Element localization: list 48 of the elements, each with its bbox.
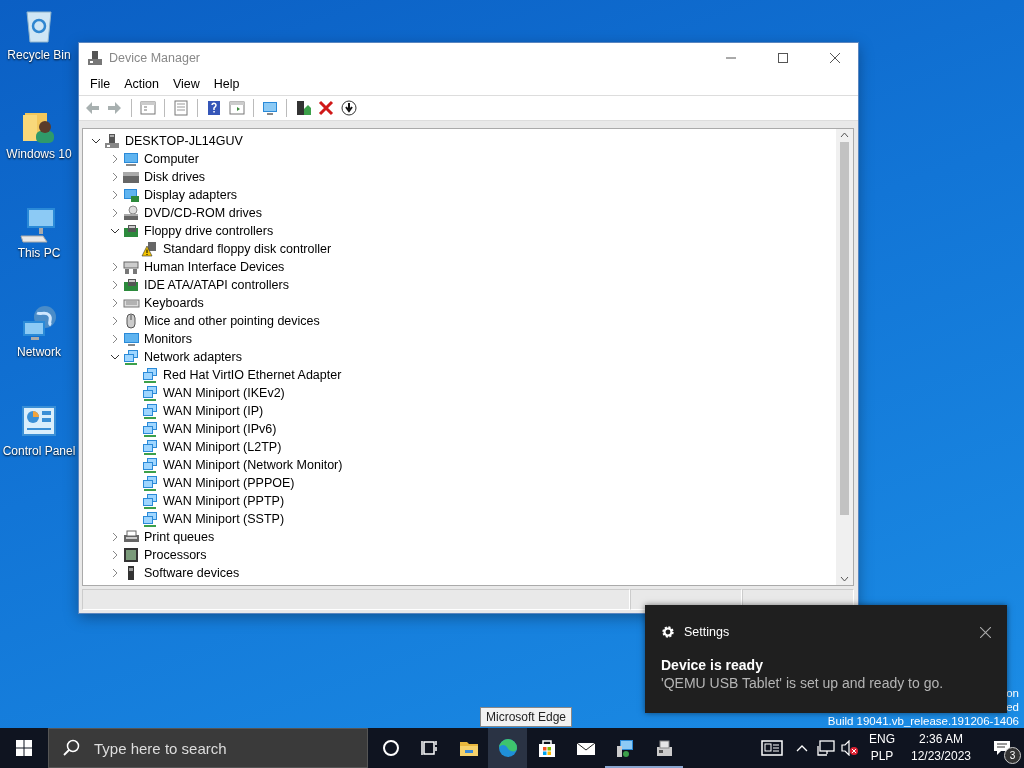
tree-item[interactable]: Standard floppy disk controller xyxy=(162,242,333,256)
tooltip: Microsoft Edge xyxy=(480,707,573,727)
language-button[interactable]: ENG PLP xyxy=(862,731,902,765)
tree-item[interactable]: Disk drives xyxy=(143,170,207,184)
notification-count: 3 xyxy=(1004,747,1021,764)
tree-item[interactable]: Mice and other pointing devices xyxy=(143,314,321,328)
tree-item[interactable]: Display adapters xyxy=(143,188,239,202)
desktop-icon-label[interactable]: Network xyxy=(17,345,61,359)
desktop-icon-label[interactable]: Control Panel xyxy=(2,444,76,458)
toast-app-name: Settings xyxy=(684,625,731,639)
toast-message: 'QEMU USB Tablet' is set up and ready to go. xyxy=(661,675,945,691)
search-field[interactable]: Type here to search xyxy=(92,738,346,758)
build-info-text: Build 19041.vb_release.191206-1406 xyxy=(827,714,1019,728)
menu-item[interactable]: File xyxy=(83,77,118,91)
tree-item[interactable]: Human Interface Devices xyxy=(143,260,286,274)
tree-item[interactable]: WAN Miniport (SSTP) xyxy=(162,512,286,526)
tree-item[interactable]: WAN Miniport (PPTP) xyxy=(162,494,286,508)
window-title: Device Manager xyxy=(109,51,201,65)
tree-item[interactable]: WAN Miniport (IKEv2) xyxy=(162,386,286,400)
tree-item[interactable]: WAN Miniport (Network Monitor) xyxy=(162,458,344,472)
tree-item[interactable]: WAN Miniport (IPv6) xyxy=(162,422,278,436)
tree-item[interactable]: IDE ATA/ATAPI controllers xyxy=(143,278,290,292)
tree-item[interactable]: WAN Miniport (L2TP) xyxy=(162,440,283,454)
menu-item[interactable]: Action xyxy=(117,77,166,91)
tree-item[interactable]: WAN Miniport (IP) xyxy=(162,404,265,418)
build-info-text: ed xyxy=(1006,700,1019,714)
desktop-icon-label[interactable]: Windows 10 xyxy=(6,147,72,161)
tree-item[interactable]: Print queues xyxy=(143,530,216,544)
tree-item[interactable]: Monitors xyxy=(143,332,193,346)
tree-item[interactable]: DVD/CD-ROM drives xyxy=(143,206,264,220)
tree-item[interactable]: Network adapters xyxy=(143,350,243,364)
build-info-text: on xyxy=(1006,686,1019,700)
tree-item[interactable]: Keyboards xyxy=(143,296,205,310)
tree-item[interactable]: Computer xyxy=(143,152,200,166)
toast-title: Device is ready xyxy=(661,657,764,673)
search-box[interactable]: Type here to search xyxy=(48,728,368,768)
tree-item[interactable]: Red Hat VirtIO Ethernet Adapter xyxy=(162,368,343,382)
tree-item[interactable]: WAN Miniport (PPPOE) xyxy=(162,476,296,490)
tree-item[interactable]: Floppy drive controllers xyxy=(143,224,275,238)
desktop-icon-label[interactable]: This PC xyxy=(17,246,61,260)
menu-item[interactable]: View xyxy=(165,77,207,91)
tree-item[interactable]: Processors xyxy=(143,548,208,562)
notifications-button[interactable]: 3 xyxy=(980,728,1024,768)
clock-button[interactable]: 2:36 AM 12/23/2023 xyxy=(902,731,980,765)
tree-item[interactable]: Software devices xyxy=(143,566,241,580)
tree-item[interactable]: DESKTOP-JL14GUV xyxy=(124,134,244,148)
desktop-icon-label[interactable]: Recycle Bin xyxy=(7,48,71,62)
menu-item[interactable]: Help xyxy=(206,77,247,91)
